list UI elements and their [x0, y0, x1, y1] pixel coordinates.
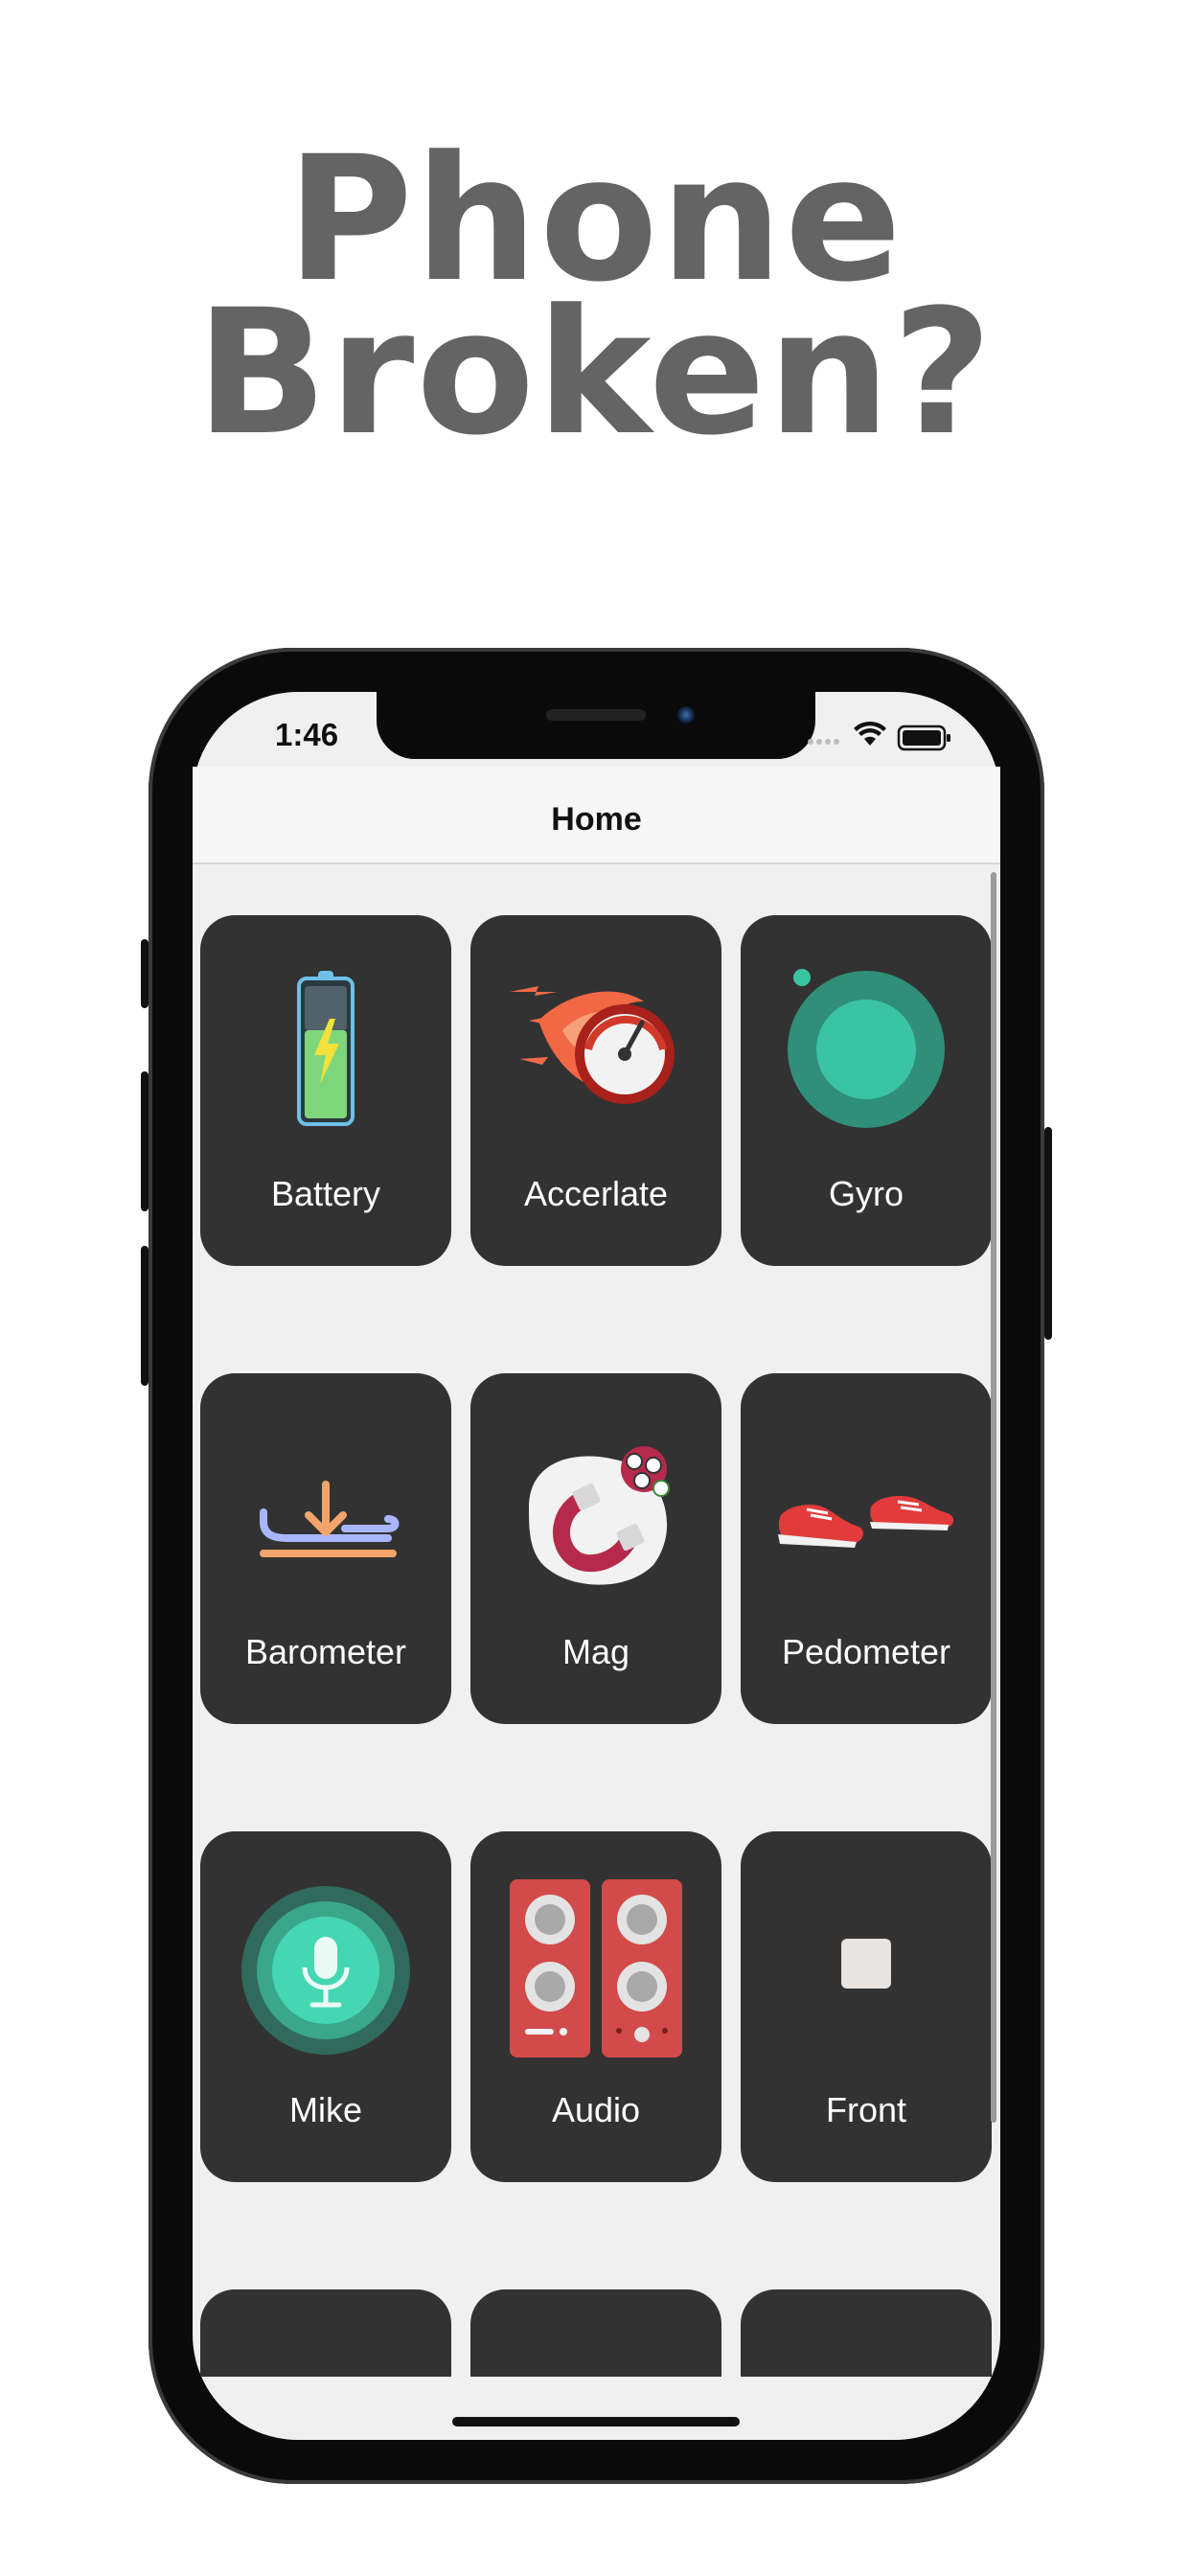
tile-pedometer[interactable]: Pedometer — [741, 1373, 992, 1724]
partial-icon — [500, 2337, 692, 2377]
volume-down-button — [141, 1246, 149, 1386]
tile-label: Barometer — [244, 1632, 407, 1671]
partial-icon — [770, 2337, 962, 2377]
barometer-icon — [260, 1481, 400, 1557]
gyro-icon — [788, 969, 945, 1128]
tile-mike[interactable]: Mike — [200, 1831, 451, 2182]
speedometer-icon — [510, 986, 675, 1104]
tile-grid: Battery Accerlate Gyro Barometer Mag Ped… — [193, 862, 1000, 2377]
tile-label: Battery — [270, 1174, 381, 1213]
magnet-icon — [529, 1446, 670, 1585]
status-time: 1:46 — [275, 717, 339, 752]
tile-partial-2[interactable] — [470, 2289, 721, 2377]
tile-accerlate[interactable]: Accerlate — [470, 915, 721, 1266]
home-indicator[interactable] — [452, 2417, 740, 2426]
tile-label: Audio — [551, 2090, 641, 2129]
tile-label: Front — [825, 2090, 907, 2129]
navigation-bar: Home — [193, 767, 1000, 864]
power-button — [1044, 1127, 1052, 1340]
tile-audio[interactable]: Audio — [470, 1831, 721, 2182]
notch — [377, 692, 815, 759]
battery-full-icon — [897, 724, 950, 751]
tile-label: Accerlate — [523, 1174, 669, 1213]
nav-title: Home — [551, 801, 642, 838]
microphone-icon — [241, 1886, 410, 2055]
tile-label: Mag — [561, 1632, 630, 1671]
earpiece-speaker — [546, 709, 646, 721]
tile-label: Pedometer — [781, 1632, 951, 1671]
speakers-icon — [510, 1879, 682, 2058]
tile-battery[interactable]: Battery — [200, 915, 451, 1266]
square-icon — [841, 1939, 891, 1989]
tile-label: Mike — [288, 2090, 362, 2129]
scrollbar[interactable] — [991, 872, 996, 2123]
cellular-dots-icon — [808, 739, 839, 745]
sneakers-icon — [778, 1496, 954, 1548]
tile-front[interactable]: Front — [741, 1831, 992, 2182]
front-camera — [677, 706, 695, 724]
silent-switch — [141, 939, 149, 1008]
tile-barometer[interactable]: Barometer — [200, 1373, 451, 1724]
status-icons — [805, 717, 958, 755]
headline-line-2: Broken? — [195, 273, 995, 473]
tile-gyro[interactable]: Gyro — [741, 915, 992, 1266]
tile-partial-3[interactable] — [741, 2289, 992, 2377]
battery-icon — [297, 971, 355, 1126]
tile-partial-1[interactable] — [200, 2289, 451, 2377]
wifi-icon — [854, 721, 886, 746]
tile-mag[interactable]: Mag — [470, 1373, 721, 1724]
tile-label: Gyro — [828, 1174, 904, 1213]
volume-up-button — [141, 1071, 149, 1211]
